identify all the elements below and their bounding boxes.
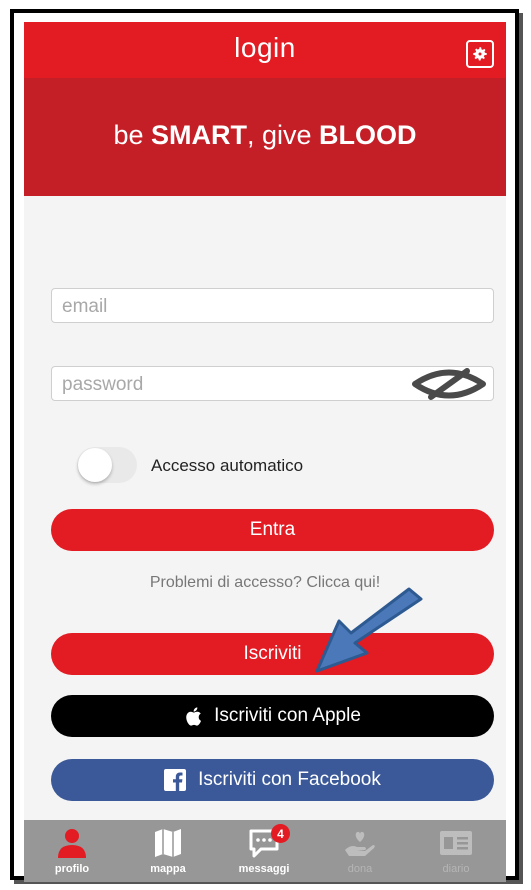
signup-button-label: Iscriviti	[243, 643, 302, 664]
tab-label-profilo: profilo	[54, 863, 90, 875]
settings-button[interactable]	[466, 40, 494, 68]
diary-card-icon	[440, 831, 472, 855]
app-screen: login be SMART, give BLOOD email Accesso…	[24, 22, 506, 882]
slogan-prefix: be	[113, 120, 151, 150]
annotation-arrow-icon	[315, 587, 423, 673]
toggle-knob	[78, 448, 112, 482]
donate-hand-icon	[345, 831, 375, 856]
password-input[interactable]	[60, 367, 404, 402]
apple-signup-label: Iscriviti con Apple	[214, 705, 361, 726]
bottom-tab-bar: profilo mappa 4 messaggi dona diario	[24, 820, 506, 882]
email-field[interactable]	[51, 288, 494, 324]
apple-icon	[186, 706, 202, 726]
login-button[interactable]: Entra	[51, 509, 494, 551]
auto-login-label: Accesso automatico	[151, 456, 304, 475]
auto-login-toggle[interactable]	[77, 447, 137, 483]
slogan-banner: be SMART, give BLOOD	[24, 78, 506, 196]
gear-icon	[473, 47, 487, 61]
tab-diario[interactable]: diario	[408, 820, 504, 882]
slogan-blood: BLOOD	[319, 120, 417, 150]
access-help-link[interactable]: Problemi di accesso? Clicca qui!	[24, 574, 506, 592]
slogan-middle: , give	[247, 120, 320, 150]
apple-signup-button[interactable]: Iscriviti con Apple	[51, 695, 494, 737]
tab-mappa[interactable]: mappa	[120, 820, 216, 882]
header-bar: login	[24, 22, 506, 78]
facebook-signup-label: Iscriviti con Facebook	[198, 769, 381, 790]
tab-label-dona: dona	[347, 863, 373, 875]
email-input[interactable]	[60, 289, 404, 324]
hidden-eye-icon[interactable]	[409, 367, 489, 401]
facebook-icon	[164, 769, 187, 791]
screenshot-frame: login be SMART, give BLOOD email Accesso…	[0, 0, 531, 890]
tab-messaggi[interactable]: 4 messaggi	[216, 820, 312, 882]
tab-label-mappa: mappa	[150, 863, 186, 875]
tab-label-messaggi: messaggi	[238, 863, 290, 875]
tab-profilo[interactable]: profilo	[24, 820, 120, 882]
login-button-label: Entra	[249, 519, 296, 540]
tab-dona[interactable]: dona	[312, 820, 408, 882]
facebook-signup-button[interactable]: Iscriviti con Facebook	[51, 759, 494, 801]
messages-badge: 4	[271, 824, 290, 843]
user-icon	[58, 829, 86, 858]
tab-label-diario: diario	[442, 863, 470, 875]
map-icon	[155, 829, 181, 857]
password-field[interactable]	[51, 366, 494, 402]
slogan-text: be SMART, give BLOOD	[24, 120, 506, 151]
page-title: login	[234, 32, 296, 63]
slogan-smart: SMART	[151, 120, 247, 150]
